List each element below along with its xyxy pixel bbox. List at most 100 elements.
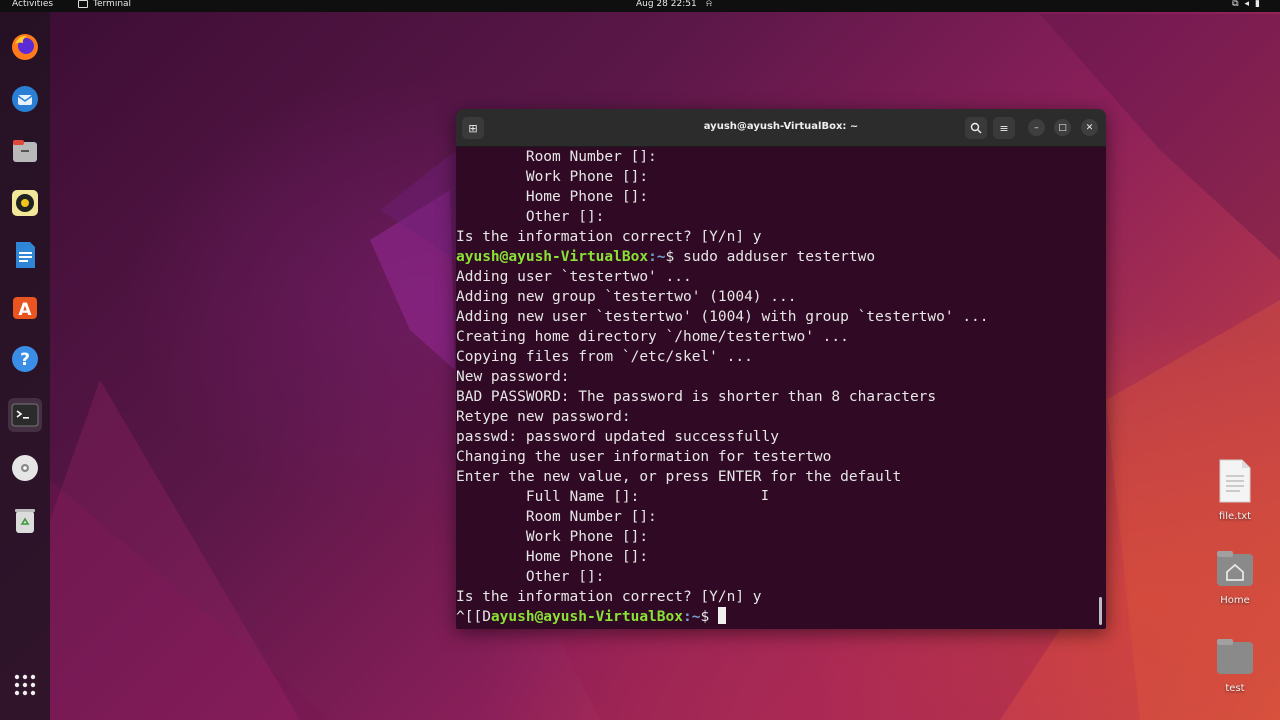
prompt-path: :~ [682, 609, 701, 625]
text-file-icon [1219, 459, 1251, 503]
output-text: Enter the new value, or press ENTER for … [456, 469, 902, 485]
app-menu[interactable]: Terminal [78, 0, 131, 9]
terminal-line: BAD PASSWORD: The password is shorter th… [456, 387, 1096, 407]
close-button[interactable]: ✕ [1081, 119, 1098, 136]
dock: A ? [0, 12, 50, 720]
search-button[interactable] [965, 117, 987, 139]
terminal-icon [11, 403, 39, 427]
terminal-line: Room Number []: [456, 507, 1096, 527]
terminal-line: Room Number []: [456, 147, 1096, 167]
files-icon [13, 140, 37, 162]
desktop-icon-home[interactable]: Home [1205, 548, 1265, 606]
terminal-line: Is the information correct? [Y/n] y [456, 227, 1096, 247]
terminal-line: Other []: [456, 567, 1096, 587]
desktop-icon-label: Home [1220, 595, 1250, 606]
dock-writer[interactable] [8, 238, 42, 272]
output-text: Adding new user `testertwo' (1004) with … [456, 309, 989, 325]
dock-firefox[interactable] [8, 30, 42, 64]
system-tray[interactable]: ⧉◂▮ [1232, 0, 1266, 9]
prompt-user-host: ayush@ayush-VirtualBox [490, 609, 683, 625]
output-text: Copying files from `/etc/skel' ... [456, 349, 753, 365]
output-text: Other []: [456, 569, 605, 585]
dock-terminal[interactable] [8, 398, 42, 432]
desktop-icon-file[interactable]: file.txt [1205, 458, 1265, 522]
terminal-line: passwd: password updated successfully [456, 427, 1096, 447]
prompt-path: :~ [648, 249, 666, 265]
terminal-line: Creating home directory `/home/testertwo… [456, 327, 1096, 347]
output-text: Changing the user information for tester… [456, 449, 832, 465]
terminal-line: ayush@ayush-VirtualBox:~$ sudo adduser t… [456, 247, 1096, 267]
volume-icon: ◂ [1244, 0, 1256, 9]
folder-icon [1217, 639, 1253, 674]
terminal-line: New password: [456, 367, 1096, 387]
text-cursor [717, 607, 726, 624]
prompt-user-host: ayush@ayush-VirtualBox [456, 249, 649, 265]
output-text: Work Phone []: [456, 169, 649, 185]
terminal-small-icon [78, 0, 88, 8]
dock-rhythmbox[interactable] [8, 186, 42, 220]
terminal-line: Is the information correct? [Y/n] y [456, 587, 1096, 607]
dock-files[interactable] [8, 134, 42, 168]
terminal-window[interactable]: ⊞ ayush@ayush-VirtualBox: ~ ≡ – □ ✕ Room… [456, 109, 1106, 629]
output-text: passwd: password updated successfully [456, 429, 780, 445]
terminal-line: Changing the user information for tester… [456, 447, 1096, 467]
thunderbird-icon [12, 86, 38, 112]
apps-grid-icon [14, 674, 36, 696]
dock-help[interactable]: ? [8, 342, 42, 376]
terminal-titlebar[interactable]: ⊞ ayush@ayush-VirtualBox: ~ ≡ – □ ✕ [456, 109, 1106, 147]
output-text: Retype new password: [456, 409, 631, 425]
command-text: $ sudo adduser testertwo [665, 249, 876, 265]
svg-text:?: ? [20, 350, 30, 370]
terminal-line: Home Phone []: [456, 187, 1096, 207]
dock-trash[interactable] [8, 503, 42, 537]
terminal-output[interactable]: Room Number []: Work Phone []: Home Phon… [456, 147, 1096, 629]
top-bar: Activities Terminal Aug 28 22:51 ⍾ ⧉◂▮ [0, 0, 1280, 12]
writer-icon [16, 242, 35, 268]
minimize-button[interactable]: – [1028, 119, 1045, 136]
command-text: $ [700, 609, 718, 625]
close-icon: ✕ [1085, 122, 1094, 133]
firefox-icon [12, 34, 38, 60]
maximize-button[interactable]: □ [1054, 119, 1071, 136]
dock-disc[interactable] [8, 451, 42, 485]
output-text: Home Phone []: [456, 549, 649, 565]
network-icon: ⧉ [1232, 0, 1245, 9]
output-text: New password: [456, 369, 570, 385]
rhythmbox-icon [12, 190, 38, 216]
output-text: Full Name []: [456, 489, 640, 505]
terminal-scrollbar[interactable] [1099, 597, 1102, 625]
terminal-line: Full Name []: [456, 487, 1096, 507]
help-icon: ? [12, 346, 38, 372]
terminal-line: Copying files from `/etc/skel' ... [456, 347, 1096, 367]
mouse-text-cursor-icon: I [761, 489, 769, 504]
output-text: Adding user `testertwo' ... [456, 269, 692, 285]
output-text: Room Number []: [456, 149, 657, 165]
menu-button[interactable]: ≡ [993, 117, 1015, 139]
terminal-line: ^[[Dayush@ayush-VirtualBox:~$ [456, 607, 1096, 627]
output-text: Is the information correct? [Y/n] y [456, 589, 762, 605]
terminal-line: Other []: [456, 207, 1096, 227]
clock[interactable]: Aug 28 22:51 [636, 0, 697, 9]
desktop-icon-test[interactable]: test [1205, 636, 1265, 694]
desktop-icon-label: test [1225, 683, 1245, 694]
dock-software[interactable]: A [8, 290, 42, 324]
output-text: Adding new group `testertwo' (1004) ... [456, 289, 797, 305]
terminal-line: Adding new group `testertwo' (1004) ... [456, 287, 1096, 307]
terminal-line: Adding new user `testertwo' (1004) with … [456, 307, 1096, 327]
dock-thunderbird[interactable] [8, 82, 42, 116]
dock-apps-grid[interactable] [8, 668, 42, 702]
output-text: Creating home directory `/home/testertwo… [456, 329, 849, 345]
terminal-line: Enter the new value, or press ENTER for … [456, 467, 1096, 487]
output-text: Work Phone []: [456, 529, 649, 545]
notification-bell-icon: ⍾ [706, 0, 712, 9]
activities-button[interactable]: Activities [12, 0, 53, 9]
desktop-icon-label: file.txt [1218, 511, 1252, 522]
minimize-icon: – [1034, 122, 1039, 133]
output-text: Room Number []: [456, 509, 657, 525]
output-text: Home Phone []: [456, 189, 649, 205]
output-text: Is the information correct? [Y/n] y [456, 229, 762, 245]
output-text: ^[[D [456, 609, 491, 625]
trash-icon [15, 509, 35, 533]
disc-icon [12, 455, 38, 481]
terminal-line: Retype new password: [456, 407, 1096, 427]
